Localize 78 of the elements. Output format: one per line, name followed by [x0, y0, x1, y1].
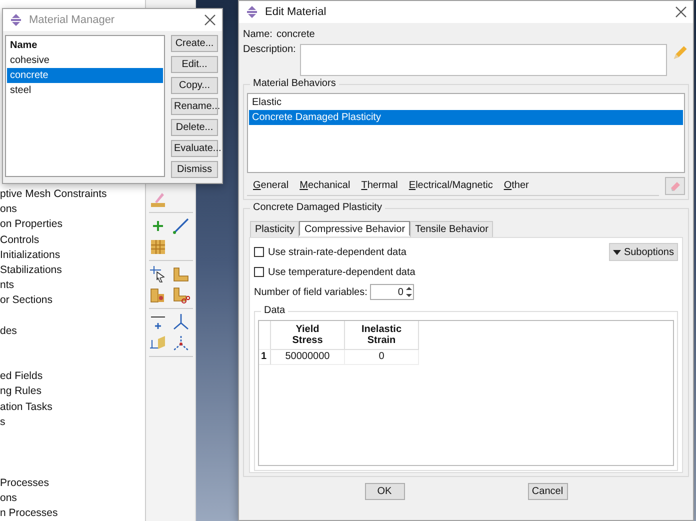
dialog-button[interactable]: Copy...	[171, 77, 218, 94]
close-icon	[204, 14, 216, 26]
dialog-button[interactable]: Evaluate...	[171, 140, 218, 157]
menu-item[interactable]: General	[253, 180, 289, 191]
tab[interactable]: Compressive Behavior	[299, 221, 410, 236]
list-item[interactable]: Elastic	[249, 95, 683, 110]
list-item[interactable]: concrete	[7, 68, 163, 83]
close-button[interactable]	[675, 6, 687, 18]
tree-item[interactable]: s	[0, 414, 145, 430]
group-title: Material Behaviors	[250, 78, 339, 89]
spinner-arrows-icon[interactable]	[405, 285, 414, 299]
group-title: Concrete Damaged Plasticity	[250, 202, 385, 213]
checkbox[interactable]	[254, 247, 264, 257]
checkbox[interactable]	[254, 267, 264, 277]
scissors-icon[interactable]	[172, 286, 190, 304]
tree-item[interactable]: or Sections	[0, 293, 145, 308]
cursor-icon[interactable]	[149, 265, 167, 283]
dialog-button[interactable]: Dismiss	[171, 161, 218, 178]
tree-item[interactable]: Stabilizations	[0, 262, 145, 278]
menu-item[interactable]: Thermal	[361, 180, 398, 191]
number-spinner[interactable]: 0	[370, 284, 414, 300]
description-label: Description:	[243, 44, 296, 55]
table-cell[interactable]: 50000000	[271, 350, 345, 365]
tree-item[interactable]: ons	[0, 202, 145, 218]
dialog-button[interactable]: Delete...	[171, 119, 218, 136]
checkbox-label: Use strain-rate-dependent data	[268, 246, 406, 258]
plane-icon[interactable]	[149, 334, 167, 352]
app-icon	[245, 5, 259, 19]
app-icon	[9, 13, 23, 27]
tab[interactable]: Plasticity	[250, 221, 300, 237]
menu-item[interactable]: Mechanical	[300, 180, 350, 191]
list-item[interactable]: Concrete Damaged Plasticity	[249, 110, 683, 125]
axes-icon[interactable]	[172, 334, 190, 352]
column-header: Inelastic Strain	[360, 324, 403, 346]
checkbox-label: Use temperature-dependent data	[268, 266, 416, 278]
column-header: Yield Stress	[291, 324, 324, 346]
tree-item[interactable]: ation Tasks	[0, 400, 145, 415]
field-label: Number of field variables:	[254, 286, 368, 298]
tree-item[interactable]: des	[0, 324, 145, 339]
tree-item[interactable]: n Processes	[0, 506, 145, 521]
group-title: Data	[261, 305, 288, 316]
description-field[interactable]	[300, 44, 668, 76]
column-header: Name	[9, 39, 38, 53]
name-label: Name:	[243, 28, 272, 40]
axes-icon[interactable]	[172, 313, 190, 331]
tree-item[interactable]: ed Fields	[0, 369, 145, 384]
tree-item[interactable]: on Properties	[0, 217, 145, 233]
tree-item[interactable]: ptive Mesh Constraints	[0, 187, 145, 202]
tree-item[interactable]: ons	[0, 490, 145, 506]
suboptions-button[interactable]: Suboptions	[608, 243, 678, 261]
menu-item[interactable]: Electrical/Magnetic	[408, 180, 493, 191]
list-item[interactable]: cohesive	[7, 53, 163, 68]
close-button[interactable]	[204, 14, 216, 26]
caret-icon	[612, 248, 621, 256]
dialog-button[interactable]: Rename...	[171, 98, 218, 115]
tree-item[interactable]: ng Rules	[0, 384, 145, 400]
eraser-icon	[668, 179, 682, 193]
tree-item[interactable]: Processes	[0, 476, 145, 491]
window-title: Material Manager	[29, 14, 116, 26]
row-number: 1	[259, 350, 271, 365]
dialog-button[interactable]: Create...	[171, 35, 218, 52]
material-name: concrete	[276, 28, 315, 40]
tree-item[interactable]: Controls	[0, 232, 145, 248]
tree-item[interactable]: nts	[0, 278, 145, 294]
line-icon[interactable]	[172, 217, 190, 235]
block-icon[interactable]	[149, 286, 167, 304]
menu-item[interactable]: Other	[504, 180, 529, 191]
dialog-button[interactable]: OK	[364, 483, 404, 500]
block-icon[interactable]	[172, 265, 190, 283]
table-cell[interactable]: 0	[345, 350, 419, 365]
tab[interactable]: Tensile Behavior	[410, 221, 494, 237]
grid-icon[interactable]	[149, 238, 167, 256]
window-title: Edit Material	[265, 6, 328, 18]
dialog-button[interactable]: Cancel	[528, 483, 568, 500]
close-icon	[675, 6, 687, 18]
dialog-button[interactable]: Edit...	[171, 56, 218, 73]
tree-item[interactable]: Initializations	[0, 248, 145, 263]
list-item[interactable]: steel	[7, 83, 163, 98]
